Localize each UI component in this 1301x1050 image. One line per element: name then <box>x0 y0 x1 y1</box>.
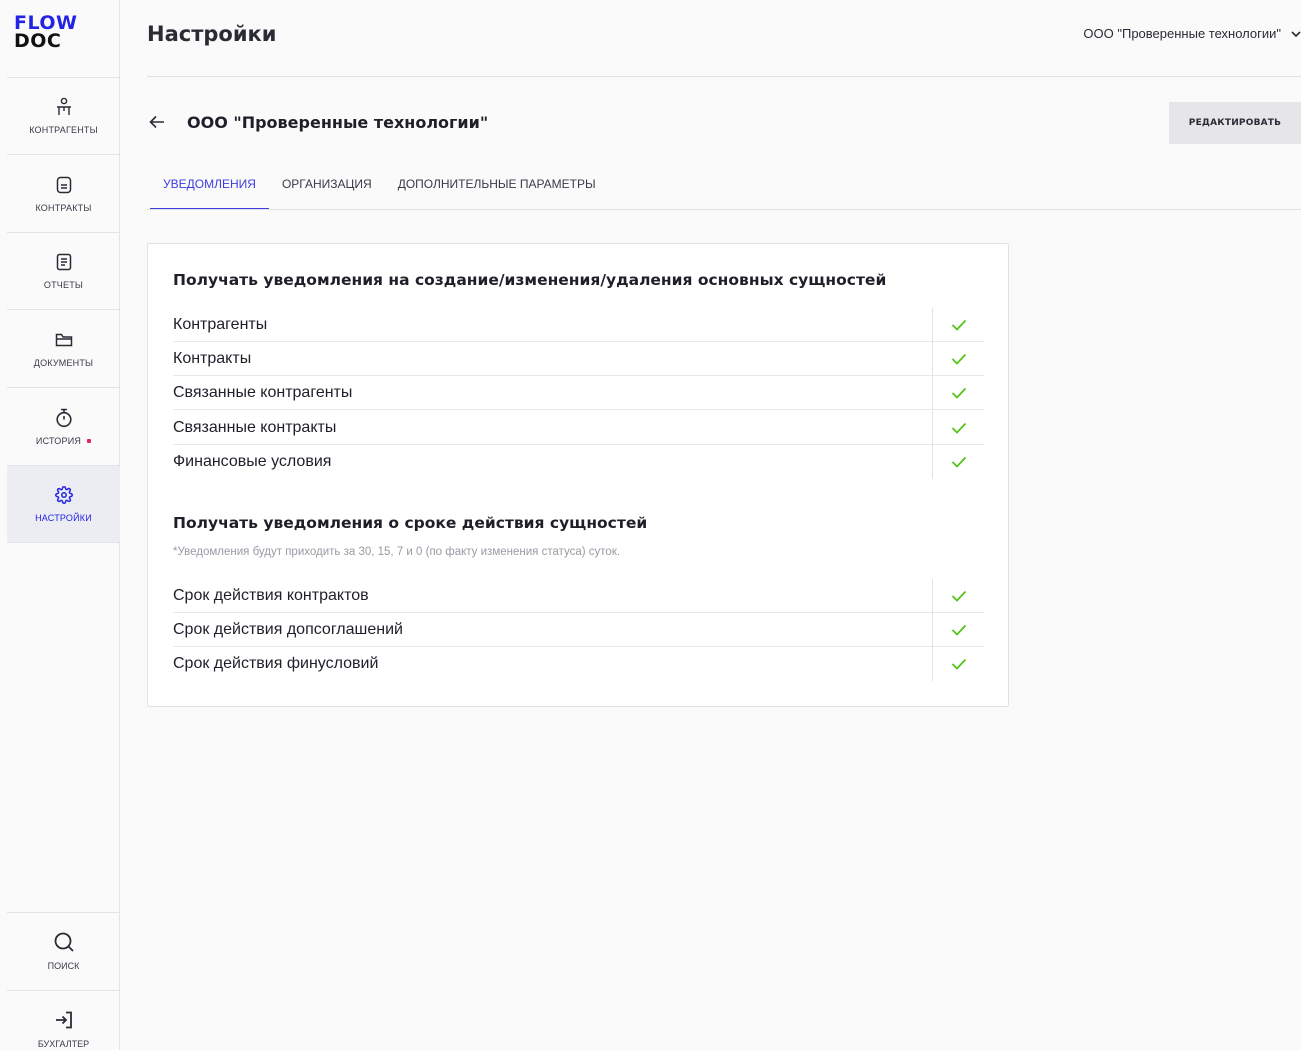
section-note: *Уведомления будут приходить за 30, 15, … <box>173 546 621 558</box>
page-title: Настройки <box>147 22 277 46</box>
contract-icon <box>54 175 74 195</box>
row-label: Связанные контракты <box>173 418 337 436</box>
sidebar-item-label: ПОИСК <box>47 961 80 971</box>
organization-select-value: ООО "Проверенные технологии" <box>1083 26 1281 41</box>
list-item: Срок действия контрактов <box>173 578 984 613</box>
row-label: Срок действия контрактов <box>173 586 369 604</box>
sidebar-item-history[interactable]: ИСТОРИЯ <box>7 389 120 466</box>
person-icon <box>54 97 74 117</box>
sidebar-item-label: КОНТРАКТЫ <box>35 203 92 213</box>
organization-select[interactable]: ООО "Проверенные технологии" <box>1083 26 1301 41</box>
list-item: Связанные контрагенты <box>173 375 984 410</box>
checkmark-icon[interactable] <box>932 647 984 681</box>
row-label: Финансовые условия <box>173 453 332 470</box>
edit-button[interactable]: РЕДАКТИРОВАТЬ <box>1169 102 1301 144</box>
report-icon <box>54 252 74 272</box>
sidebar-item-label: КОНТРАГЕНТЫ <box>29 125 98 135</box>
sidebar-item-label: ИСТОРИЯ <box>36 436 92 446</box>
app-root: FLOW DOC КОНТРАГЕНТЫ КОНТРАКТЫ ОТЧЕТЫ ДО… <box>0 0 1301 1050</box>
list-item: Контракты <box>173 341 984 376</box>
sidebar-item-reports[interactable]: ОТЧЕТЫ <box>7 233 120 310</box>
list-item: Контрагенты <box>173 307 984 342</box>
sidebar-item-contracts[interactable]: КОНТРАКТЫ <box>7 156 120 233</box>
sidebar-item-label: ОТЧЕТЫ <box>43 280 84 290</box>
list-item: Срок действия допсоглашений <box>173 612 984 647</box>
tabs-divider <box>147 209 1301 210</box>
row-label: Контрагенты <box>173 315 268 333</box>
sidebar-item-search[interactable]: ПОИСК <box>7 912 120 989</box>
chevron-down-icon <box>1291 26 1301 41</box>
sidebar-item-label: БУХГАЛТЕР <box>37 1039 90 1049</box>
row-label: Срок действия финусловий <box>173 655 379 672</box>
section-title-expiry: Получать уведомления о сроке действия су… <box>173 514 648 532</box>
header-divider <box>147 76 1301 77</box>
sidebar: FLOW DOC КОНТРАГЕНТЫ КОНТРАКТЫ ОТЧЕТЫ ДО… <box>7 0 120 1050</box>
search-icon <box>53 931 75 953</box>
checkmark-icon[interactable] <box>932 578 984 613</box>
sidebar-item-documents[interactable]: ДОКУМЕНТЫ <box>7 311 120 388</box>
organization-name: ООО "Проверенные технологии" <box>187 112 489 132</box>
tab-additional-parameters[interactable]: ДОПОЛНИТЕЛЬНЫЕ ПАРАМЕТРЫ <box>385 168 609 210</box>
tab-organization[interactable]: ОРГАНИЗАЦИЯ <box>269 168 385 210</box>
checkmark-icon[interactable] <box>932 375 984 410</box>
stopwatch-icon <box>54 408 74 428</box>
sidebar-item-accountant[interactable]: БУХГАЛТЕР <box>7 990 120 1050</box>
tabs: УВЕДОМЛЕНИЯ ОРГАНИЗАЦИЯ ДОПОЛНИТЕЛЬНЫЕ П… <box>150 168 609 210</box>
sidebar-item-label: ДОКУМЕНТЫ <box>33 358 94 368</box>
notifications-card: Получать уведомления на создание/изменен… <box>147 243 1009 707</box>
list-item: Финансовые условия <box>173 445 984 479</box>
checkmark-icon[interactable] <box>932 410 984 445</box>
checkmark-icon[interactable] <box>932 307 984 342</box>
tab-notifications[interactable]: УВЕДОМЛЕНИЯ <box>150 168 269 210</box>
checkmark-icon[interactable] <box>932 445 984 479</box>
login-icon <box>53 1009 75 1031</box>
folder-icon <box>54 330 74 350</box>
list-item: Связанные контракты <box>173 410 984 445</box>
row-label: Срок действия допсоглашений <box>173 620 403 638</box>
back-arrow-icon[interactable] <box>147 112 167 132</box>
logo[interactable]: FLOW DOC <box>14 14 78 52</box>
sidebar-item-label: НАСТРОЙКИ <box>35 513 92 523</box>
breadcrumb: ООО "Проверенные технологии" <box>147 112 488 132</box>
checkmark-icon[interactable] <box>932 341 984 376</box>
logo-line-2: DOC <box>14 30 62 52</box>
section-title-entity-changes: Получать уведомления на создание/изменен… <box>173 271 887 289</box>
sidebar-item-counterparties[interactable]: КОНТРАГЕНТЫ <box>7 78 120 155</box>
row-label: Связанные контрагенты <box>173 383 353 401</box>
checkmark-icon[interactable] <box>932 612 984 647</box>
sidebar-item-settings[interactable]: НАСТРОЙКИ <box>7 466 120 543</box>
gear-icon <box>54 485 74 505</box>
list-item: Срок действия финусловий <box>173 647 984 681</box>
notification-dot <box>87 439 92 443</box>
row-label: Контракты <box>173 349 252 367</box>
